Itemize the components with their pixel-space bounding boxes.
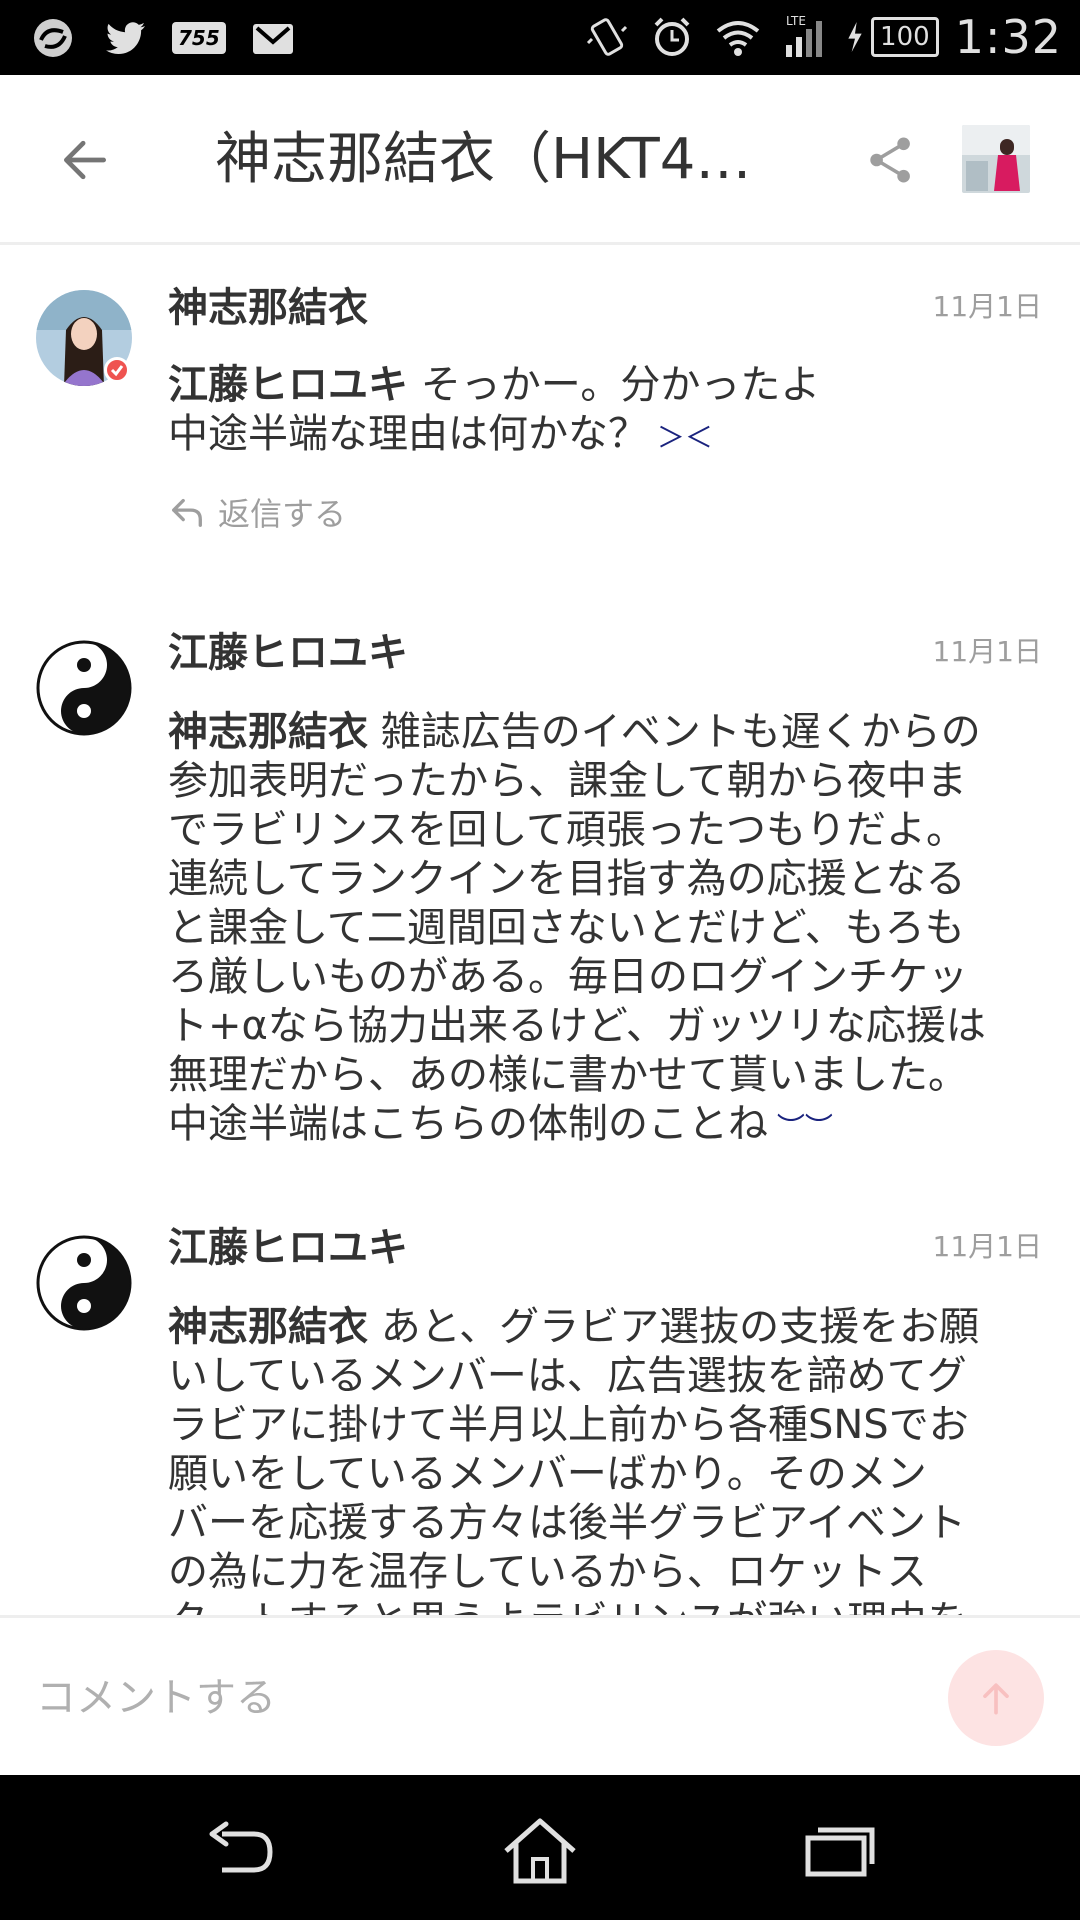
network-type: LTE (786, 14, 806, 28)
755-app-icon: 755 (172, 22, 226, 54)
twitter-icon (100, 13, 150, 63)
comment-text: 神志那結衣 あと、グラビア選抜の支援をお願 いしているメンバーは、広告選抜を諦め… (168, 1303, 1028, 1615)
page-title: 神志那結衣（HKT4… (215, 127, 752, 192)
comment-item: 江藤ヒロユキ 11月1日 神志那結衣 あと、グラビア選抜の支援をお願 いしている… (0, 1185, 1080, 1615)
battery-indicator: 100 (845, 17, 939, 57)
mention-link[interactable]: 神志那結衣 (168, 709, 368, 755)
app-header: 神志那結衣（HKT4… (0, 75, 1080, 245)
comment-item: 神志那結衣 11月1日 江藤ヒロユキ そっかー。分かったよ 中途半端な理由は何か… (0, 245, 1080, 575)
mention-link[interactable]: 江藤ヒロユキ (168, 362, 408, 408)
comment-date: 11月1日 (932, 290, 1042, 323)
home-nav-button[interactable] (490, 1805, 590, 1895)
reply-button[interactable]: 返信する (168, 489, 346, 535)
gmail-icon (248, 13, 298, 63)
comment-date: 11月1日 (932, 635, 1042, 668)
back-nav-button[interactable] (192, 1805, 292, 1895)
charging-icon (848, 22, 862, 52)
reply-label: 返信する (218, 495, 347, 533)
yin-yang-icon (36, 640, 132, 736)
recents-nav-icon (805, 1827, 875, 1877)
comment-body: 雑誌広告のイベントも遅くからの 参加表明だったから、課金して朝から夜中ま でラビ… (168, 709, 986, 1147)
recents-nav-button[interactable] (790, 1805, 890, 1895)
frown-emoji: ＞＜ (648, 421, 713, 454)
system-icons: LTE 100 1:32 (581, 6, 1062, 68)
comment-body: あと、グラビア選抜の支援をお願 いしているメンバーは、広告選抜を諦めてグ ラビア… (168, 1304, 980, 1615)
avatar[interactable] (36, 640, 132, 736)
comment-date: 11月1日 (932, 1230, 1042, 1263)
yin-yang-icon (36, 1235, 132, 1331)
avatar[interactable] (36, 1235, 132, 1331)
comment-author[interactable]: 江藤ヒロユキ (168, 1223, 408, 1273)
comment-author[interactable]: 神志那結衣 (168, 283, 368, 333)
clock: 1:32 (954, 10, 1062, 64)
back-button[interactable] (50, 127, 120, 193)
reply-icon (172, 498, 202, 527)
status-bar: 755 LTE 100 1:32 (0, 0, 1080, 75)
sync-icon (28, 13, 78, 63)
notification-icons: 755 (28, 10, 298, 66)
system-nav-bar (0, 1775, 1080, 1920)
back-nav-icon (209, 1821, 273, 1873)
send-button[interactable] (948, 1650, 1044, 1746)
comment-list: 神志那結衣 11月1日 江藤ヒロユキ そっかー。分かったよ 中途半端な理由は何か… (0, 245, 1080, 1615)
comment-text: 神志那結衣 雑誌広告のイベントも遅くからの 参加表明だったから、課金して朝から夜… (168, 708, 1028, 1152)
comment-input-bar (0, 1615, 1080, 1775)
vibrate-icon (581, 12, 631, 62)
comment-input[interactable] (36, 1658, 916, 1738)
comment-text: 江藤ヒロユキ そっかー。分かったよ 中途半端な理由は何かな？ ＞＜ (168, 361, 1028, 462)
comment-author[interactable]: 江藤ヒロユキ (168, 628, 408, 678)
verified-badge-icon (104, 357, 130, 383)
home-nav-icon (504, 1818, 576, 1884)
back-arrow-icon (63, 140, 106, 180)
comment-item: 江藤ヒロユキ 11月1日 神志那結衣 雑誌広告のイベントも遅くからの 参加表明だ… (0, 590, 1080, 1160)
wifi-icon (713, 12, 763, 62)
share-button[interactable] (858, 125, 924, 195)
alarm-icon (647, 12, 697, 62)
mention-link[interactable]: 神志那結衣 (168, 1304, 368, 1350)
battery-level: 100 (871, 17, 939, 57)
share-icon (870, 137, 910, 183)
signal-icon: LTE (779, 12, 829, 62)
arrow-up-icon (983, 1683, 1009, 1715)
sweat-emoji: ︶︶ (768, 1111, 833, 1144)
profile-thumbnail[interactable] (962, 125, 1030, 193)
